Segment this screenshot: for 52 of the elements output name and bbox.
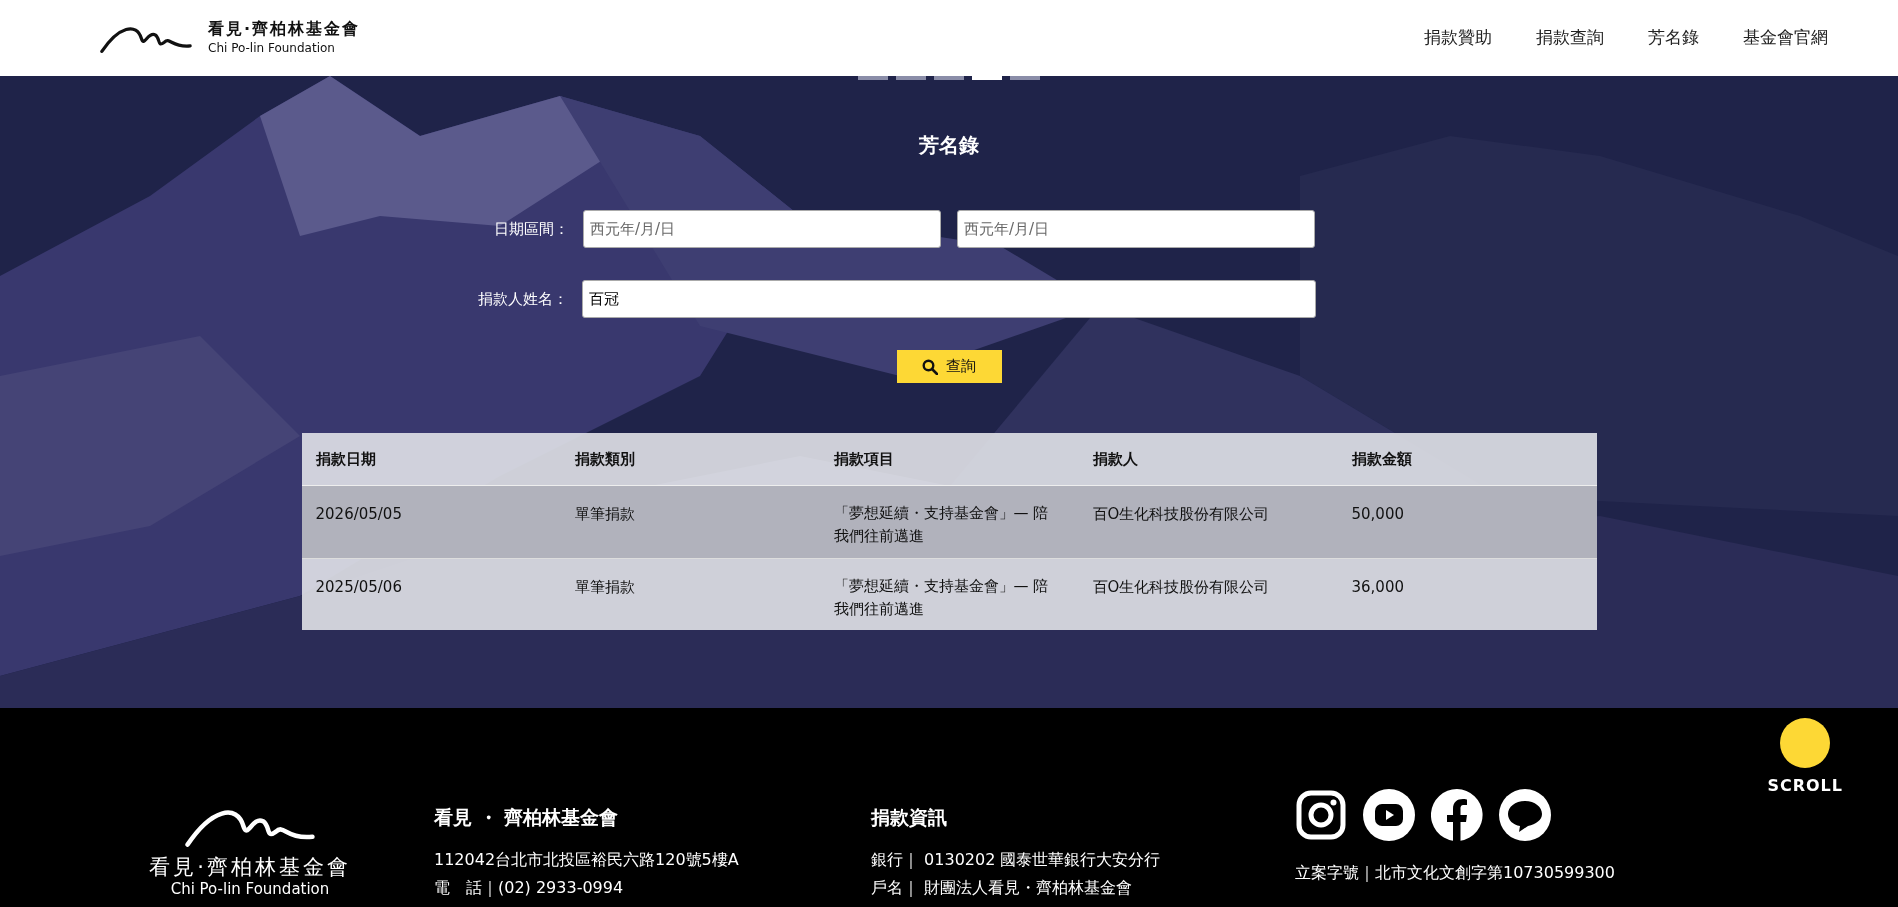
table-row[interactable]: 2025/05/06 單筆捐款 「夢想延續・支持基金會」— 陪我們往前邁進 百O生化科技股份有限公司 36,000 <box>301 558 1597 630</box>
table-cell-text: 「夢想延續・支持基金會」— 陪我們往前邁進 <box>833 576 1050 620</box>
contact-title: 看見 ・ 齊柏林基金會 <box>434 805 620 830</box>
carousel-indicator[interactable] <box>1010 76 1040 80</box>
search-button[interactable]: 查詢 <box>896 350 1002 383</box>
column-header: 捐款項目 <box>832 448 895 470</box>
info-text: 112042台北市北投區裕民六路120號5樓A <box>434 848 740 871</box>
footer-logo-title: 看見·齊柏林基金會 <box>149 854 351 880</box>
column-header: 捐款人 <box>1091 448 1139 470</box>
table-cell-text: 單筆捐款 <box>574 504 635 525</box>
table-cell-text: 36,000 <box>1351 577 1404 598</box>
youtube-icon <box>1363 789 1415 841</box>
nav-link[interactable]: 基金會官網 <box>1743 25 1828 51</box>
instagram-icon <box>1295 789 1347 841</box>
donation-title: 捐款資訊 <box>871 805 948 830</box>
table-cell-text: 50,000 <box>1351 504 1404 525</box>
date-field[interactable]: 西元年/月/日 <box>583 210 941 248</box>
carousel-indicator[interactable] <box>972 76 1002 80</box>
footer-logo-subtitle: Chi Po-lin Foundation <box>170 879 330 898</box>
section-title: 芳名錄 <box>919 132 979 159</box>
social-link[interactable] <box>1431 789 1483 841</box>
scroll-button[interactable]: SCROLL <box>1767 718 1843 798</box>
info-text: 銀行｜ 0130202 國泰世華銀行大安分行 <box>871 848 1162 871</box>
table-cell-text: 百O生化科技股份有限公司 <box>1092 504 1270 525</box>
table-cell-text: 「夢想延續・支持基金會」— 陪我們往前邁進 <box>833 503 1050 547</box>
search-icon <box>922 358 938 375</box>
facebook-icon <box>1431 789 1483 841</box>
table-cell-text: 百O生化科技股份有限公司 <box>1092 577 1270 598</box>
social-link[interactable] <box>1295 789 1347 841</box>
field-label: 日期區間： <box>493 218 570 240</box>
info-text: 戶名｜ 財團法人看見・齊柏林基金會 <box>871 876 1134 899</box>
column-header: 捐款金額 <box>1350 448 1413 470</box>
table-cell-text: 2025/05/06 <box>315 577 402 598</box>
carousel-indicator[interactable] <box>858 76 888 80</box>
nav-link[interactable]: 芳名錄 <box>1648 25 1699 51</box>
logo-title: 看見·齊柏林基金會 <box>208 19 361 39</box>
carousel-indicator[interactable] <box>934 76 964 80</box>
social-link[interactable] <box>1363 789 1415 841</box>
name-field[interactable]: 百冠 <box>582 280 1316 318</box>
column-header: 捐款類別 <box>573 448 636 470</box>
date-field[interactable]: 西元年/月/日 <box>957 210 1315 248</box>
info-text: 電 話｜(02) 2933-0994 <box>434 876 625 899</box>
nav-link[interactable]: 捐款查詢 <box>1536 25 1604 51</box>
column-header: 捐款日期 <box>314 448 377 470</box>
table-cell-text: 2026/05/05 <box>315 504 402 525</box>
field-label: 捐款人姓名： <box>477 288 569 310</box>
logo-subtitle: Chi Po-lin Foundation <box>208 39 336 57</box>
registration-text: 立案字號｜北市文化文創字第10730599300 <box>1295 862 1615 884</box>
table-row[interactable]: 2026/05/05 單筆捐款 「夢想延續・支持基金會」— 陪我們往前邁進 百O生化科技股份有限公司 50,000 <box>301 486 1597 558</box>
carousel-indicator[interactable] <box>896 76 926 80</box>
table-cell-text: 單筆捐款 <box>574 577 635 598</box>
nav-link[interactable]: 捐款贊助 <box>1424 25 1492 51</box>
